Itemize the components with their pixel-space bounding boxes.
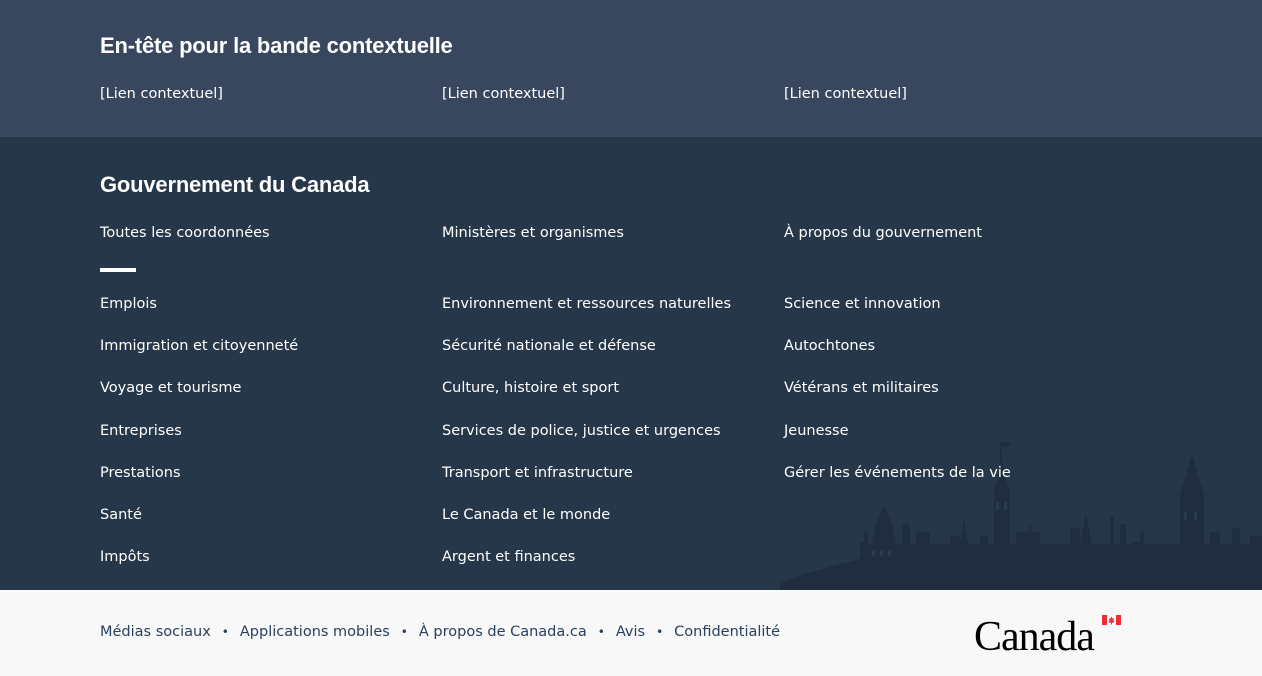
theme-link[interactable]: Prestations [100, 465, 181, 481]
theme-link[interactable]: Environnement et ressources naturelles [442, 296, 731, 312]
link-departments[interactable]: Ministères et organismes [442, 225, 624, 241]
theme-link[interactable]: Emplois [100, 296, 157, 312]
theme-link[interactable]: Services de police, justice et urgences [442, 423, 721, 439]
separator-dot: • [400, 625, 408, 639]
contextual-link-2[interactable]: [Lien contextuel] [442, 86, 565, 102]
footer-link-mobile-apps[interactable]: Applications mobiles [240, 624, 390, 640]
section-divider [100, 268, 136, 272]
theme-link[interactable]: Culture, histoire et sport [442, 380, 619, 396]
theme-link[interactable]: Gérer les événements de la vie [784, 465, 1011, 481]
separator-dot: • [656, 625, 664, 639]
footer-nav: Médias sociaux • Applications mobiles • … [100, 624, 780, 640]
link-all-contacts[interactable]: Toutes les coordonnées [100, 225, 270, 241]
theme-link[interactable]: Science et innovation [784, 296, 941, 312]
theme-link[interactable]: Sécurité nationale et défense [442, 338, 656, 354]
theme-link[interactable]: Impôts [100, 549, 150, 565]
contextual-heading: En-tête pour la bande contextuelle [100, 33, 453, 58]
link-about-government[interactable]: À propos du gouvernement [784, 225, 982, 241]
contextual-link-3[interactable]: [Lien contextuel] [784, 86, 907, 102]
government-heading: Gouvernement du Canada [100, 172, 370, 197]
theme-link[interactable]: Jeunesse [784, 423, 849, 439]
footer-link-privacy[interactable]: Confidentialité [674, 624, 780, 640]
sub-footer: Médias sociaux • Applications mobiles • … [0, 590, 1262, 676]
theme-link[interactable]: Transport et infrastructure [442, 465, 633, 481]
separator-dot: • [597, 625, 605, 639]
government-band: Gouvernement du Canada Toutes les coordo… [0, 137, 1262, 590]
theme-link[interactable]: Vétérans et militaires [784, 380, 939, 396]
theme-link[interactable]: Autochtones [784, 338, 875, 354]
footer-link-social-media[interactable]: Médias sociaux [100, 624, 211, 640]
theme-link[interactable]: Entreprises [100, 423, 182, 439]
contextual-band: En-tête pour la bande contextuelle [Lien… [0, 0, 1262, 137]
footer-link-about-canada-ca[interactable]: À propos de Canada.ca [419, 624, 587, 640]
separator-dot: • [221, 625, 229, 639]
footer-link-notices[interactable]: Avis [616, 624, 645, 640]
theme-link[interactable]: Voyage et tourisme [100, 380, 241, 396]
theme-link[interactable]: Argent et finances [442, 549, 575, 565]
canada-wordmark-logo: Canada [974, 614, 1121, 656]
flag-icon [1102, 615, 1121, 625]
theme-link[interactable]: Santé [100, 507, 142, 523]
theme-link[interactable]: Immigration et citoyenneté [100, 338, 298, 354]
wordmark-text: Canada [974, 614, 1095, 656]
theme-link[interactable]: Le Canada et le monde [442, 507, 610, 523]
parliament-skyline-illustration [780, 442, 1262, 590]
contextual-link-1[interactable]: [Lien contextuel] [100, 86, 223, 102]
